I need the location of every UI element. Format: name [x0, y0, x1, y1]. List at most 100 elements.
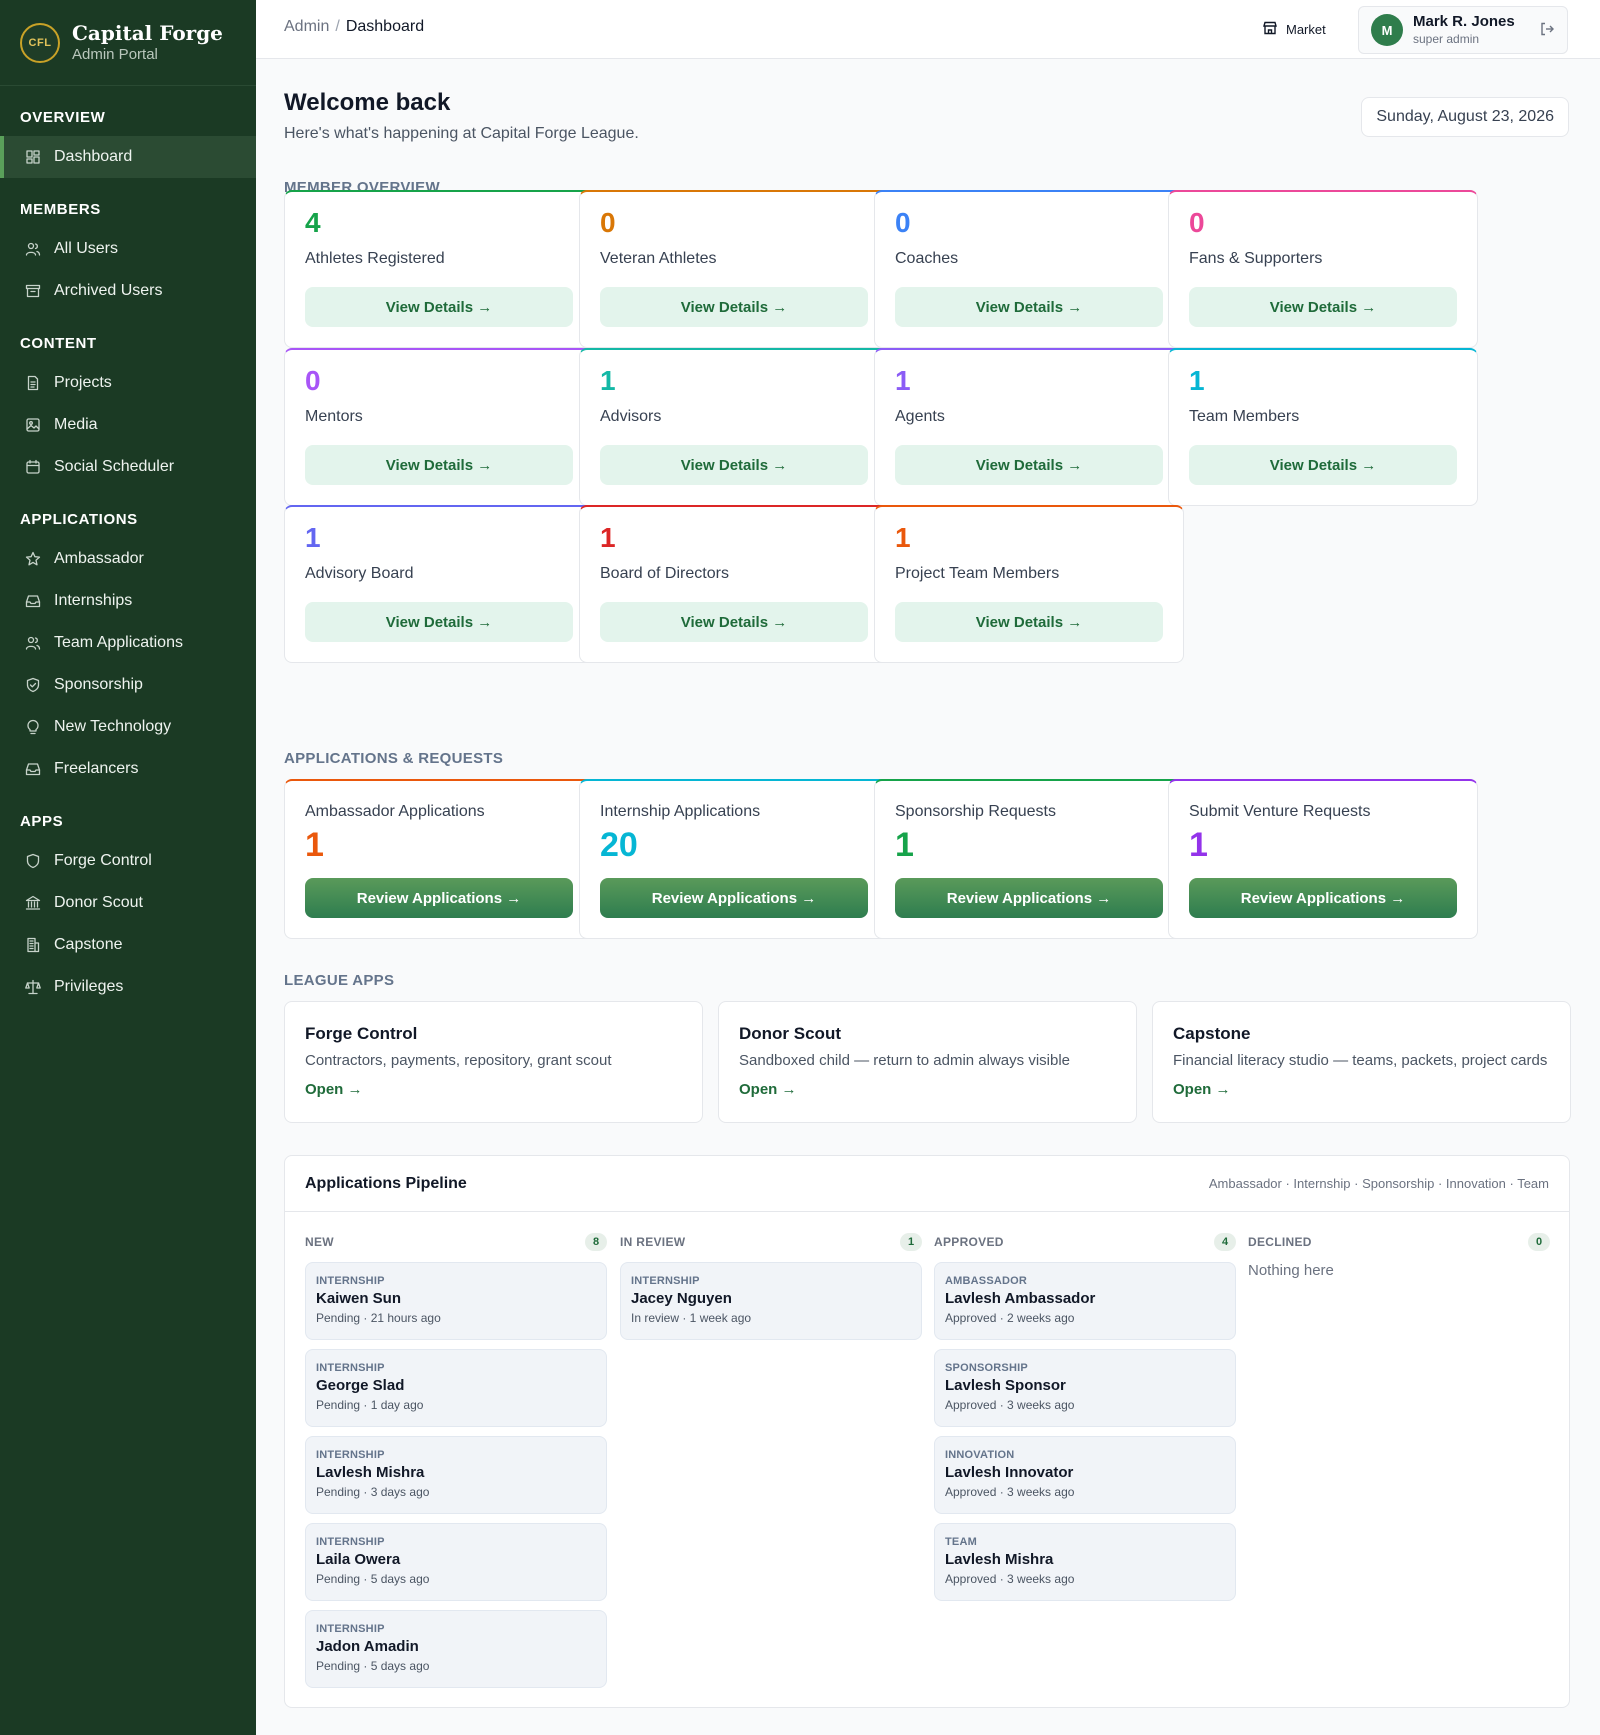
nav-section-content: CONTENT	[20, 335, 97, 352]
dashboard-icon	[24, 148, 42, 166]
current-date: Sunday, August 23, 2026	[1361, 97, 1569, 137]
application-status: Pending · 21 hours ago	[316, 1311, 441, 1325]
pipeline-card[interactable]: INTERNSHIP George Slad Pending · 1 day ago	[305, 1349, 607, 1427]
applicant-name: Jacey Nguyen	[631, 1290, 732, 1307]
pipeline-card[interactable]: SPONSORSHIP Lavlesh Sponsor Approved · 3 w…	[934, 1349, 1236, 1427]
view-details-button[interactable]: View Details →	[1189, 287, 1457, 327]
open-link[interactable]: Open →	[739, 1081, 1116, 1098]
pipeline-card[interactable]: INTERNSHIP Kaiwen Sun Pending · 21 hours a…	[305, 1262, 607, 1340]
sidebar-item-label: Freelancers	[54, 760, 139, 777]
stat-label: Mentors	[305, 408, 363, 425]
sidebar-item-label: Media	[54, 416, 98, 433]
sidebar-item-media[interactable]: Media	[0, 404, 256, 446]
member-stat-card: 1 Agents View Details →	[874, 348, 1184, 506]
sidebar-item-label: Capstone	[54, 936, 123, 953]
application-type: INTERNSHIP	[631, 1275, 700, 1287]
sidebar: CFL Capital Forge Admin Portal OVERVIEW D…	[0, 0, 256, 1735]
sidebar-item-all-users[interactable]: All Users	[0, 228, 256, 270]
sidebar-item-label: Privileges	[54, 978, 124, 995]
view-details-button[interactable]: View Details →	[1189, 445, 1457, 485]
sidebar-item-privileges[interactable]: Privileges	[0, 966, 256, 1008]
application-type: AMBASSADOR	[945, 1275, 1028, 1287]
section-league-apps: LEAGUE APPS	[284, 972, 395, 989]
application-type: INTERNSHIP	[316, 1536, 385, 1548]
applicant-name: Lavlesh Ambassador	[945, 1290, 1096, 1307]
sidebar-item-dashboard[interactable]: Dashboard	[0, 136, 256, 178]
pipeline-card[interactable]: AMBASSADOR Lavlesh Ambassador Approved · 2…	[934, 1262, 1236, 1340]
user-name: Mark R. Jones	[1413, 13, 1515, 30]
view-details-button[interactable]: View Details →	[600, 602, 868, 642]
sidebar-item-social-scheduler[interactable]: Social Scheduler	[0, 446, 256, 488]
review-applications-button[interactable]: Review Applications →	[305, 878, 573, 918]
logout-icon[interactable]	[1539, 21, 1555, 40]
view-details-button[interactable]: View Details →	[305, 287, 573, 327]
pipeline-card[interactable]: INTERNSHIP Jadon Amadin Pending · 5 days a…	[305, 1610, 607, 1688]
stat-label: Fans & Supporters	[1189, 250, 1323, 267]
pipeline-card[interactable]: INNOVATION Lavlesh Innovator Approved · 3 …	[934, 1436, 1236, 1514]
review-applications-button[interactable]: Review Applications →	[600, 878, 868, 918]
sidebar-item-projects[interactable]: Projects	[0, 362, 256, 404]
stat-label: Project Team Members	[895, 565, 1060, 582]
member-stat-card: 1 Team Members View Details →	[1168, 348, 1478, 506]
pipeline-card[interactable]: INTERNSHIP Laila Owera Pending · 5 days ag…	[305, 1523, 607, 1601]
view-details-button[interactable]: View Details →	[895, 445, 1163, 485]
star-icon	[24, 550, 42, 568]
sidebar-item-team-applications[interactable]: Team Applications	[0, 622, 256, 664]
page-title: Welcome back	[284, 89, 451, 116]
league-app-card-donor-scout[interactable]: Donor Scout Sandboxed child — return to a…	[718, 1001, 1137, 1123]
sidebar-item-capstone[interactable]: Capstone	[0, 924, 256, 966]
sidebar-item-label: All Users	[54, 240, 119, 257]
view-details-button[interactable]: View Details →	[600, 287, 868, 327]
sidebar-item-donor-scout[interactable]: Donor Scout	[0, 882, 256, 924]
application-count: 20	[600, 826, 638, 864]
sidebar-item-label: Team Applications	[54, 634, 183, 651]
market-link[interactable]: Market	[1262, 20, 1326, 39]
lightbulb-icon	[24, 718, 42, 736]
sidebar-item-new-technology[interactable]: New Technology	[0, 706, 256, 748]
sidebar-item-internships[interactable]: Internships	[0, 580, 256, 622]
brand-title: Capital Forge	[72, 20, 223, 45]
league-app-card-capstone[interactable]: Capstone Financial literacy studio — team…	[1152, 1001, 1571, 1123]
open-link[interactable]: Open →	[305, 1081, 682, 1098]
application-label: Submit Venture Requests	[1189, 803, 1371, 820]
view-details-button[interactable]: View Details →	[895, 287, 1163, 327]
sidebar-item-label: Dashboard	[54, 148, 133, 165]
market-label: Market	[1286, 22, 1326, 37]
pipeline-card[interactable]: INTERNSHIP Lavlesh Mishra Pending · 3 days…	[305, 1436, 607, 1514]
stat-label: Board of Directors	[600, 565, 729, 582]
application-stat-card: Submit Venture Requests 1 Review Applicati…	[1168, 779, 1478, 939]
column-name: DECLINED	[1248, 1235, 1312, 1249]
sidebar-item-sponsorship[interactable]: Sponsorship	[0, 664, 256, 706]
sidebar-item-label: Forge Control	[54, 852, 152, 869]
view-details-button[interactable]: View Details →	[305, 602, 573, 642]
league-app-card-forge-control[interactable]: Forge Control Contractors, payments, repo…	[284, 1001, 703, 1123]
member-stat-card: 0 Fans & Supporters View Details →	[1168, 190, 1478, 348]
column-count-badge: 0	[1528, 1233, 1550, 1251]
sidebar-item-freelancers[interactable]: Freelancers	[0, 748, 256, 790]
sidebar-item-label: Social Scheduler	[54, 458, 175, 475]
pipeline-card[interactable]: INTERNSHIP Jacey Nguyen In review · 1 week…	[620, 1262, 922, 1340]
column-count-badge: 4	[1214, 1233, 1236, 1251]
review-applications-button[interactable]: Review Applications →	[895, 878, 1163, 918]
pipeline-title: Applications Pipeline	[305, 1174, 467, 1192]
review-applications-button[interactable]: Review Applications →	[1189, 878, 1457, 918]
sidebar-item-ambassador[interactable]: Ambassador	[0, 538, 256, 580]
view-details-button[interactable]: View Details →	[600, 445, 868, 485]
open-link[interactable]: Open →	[1173, 1081, 1550, 1098]
pipeline-card[interactable]: TEAM Lavlesh Mishra Approved · 3 weeks ago	[934, 1523, 1236, 1601]
store-icon	[1262, 20, 1278, 39]
breadcrumb-admin[interactable]: Admin	[284, 18, 329, 35]
view-details-button[interactable]: View Details →	[895, 602, 1163, 642]
application-label: Ambassador Applications	[305, 803, 485, 820]
sidebar-item-forge-control[interactable]: Forge Control	[0, 840, 256, 882]
application-status: In review · 1 week ago	[631, 1311, 752, 1325]
application-type: INTERNSHIP	[316, 1275, 385, 1287]
brand[interactable]: CFL Capital Forge Admin Portal	[0, 0, 256, 86]
sidebar-item-archived-users[interactable]: Archived Users	[0, 270, 256, 312]
stat-value: 0	[1189, 207, 1205, 238]
sidebar-item-label: Archived Users	[54, 282, 163, 299]
user-menu[interactable]: M Mark R. Jones super admin	[1358, 6, 1568, 54]
building-icon	[24, 936, 42, 954]
view-details-button[interactable]: View Details →	[305, 445, 573, 485]
nav-section-overview: OVERVIEW	[20, 109, 106, 126]
